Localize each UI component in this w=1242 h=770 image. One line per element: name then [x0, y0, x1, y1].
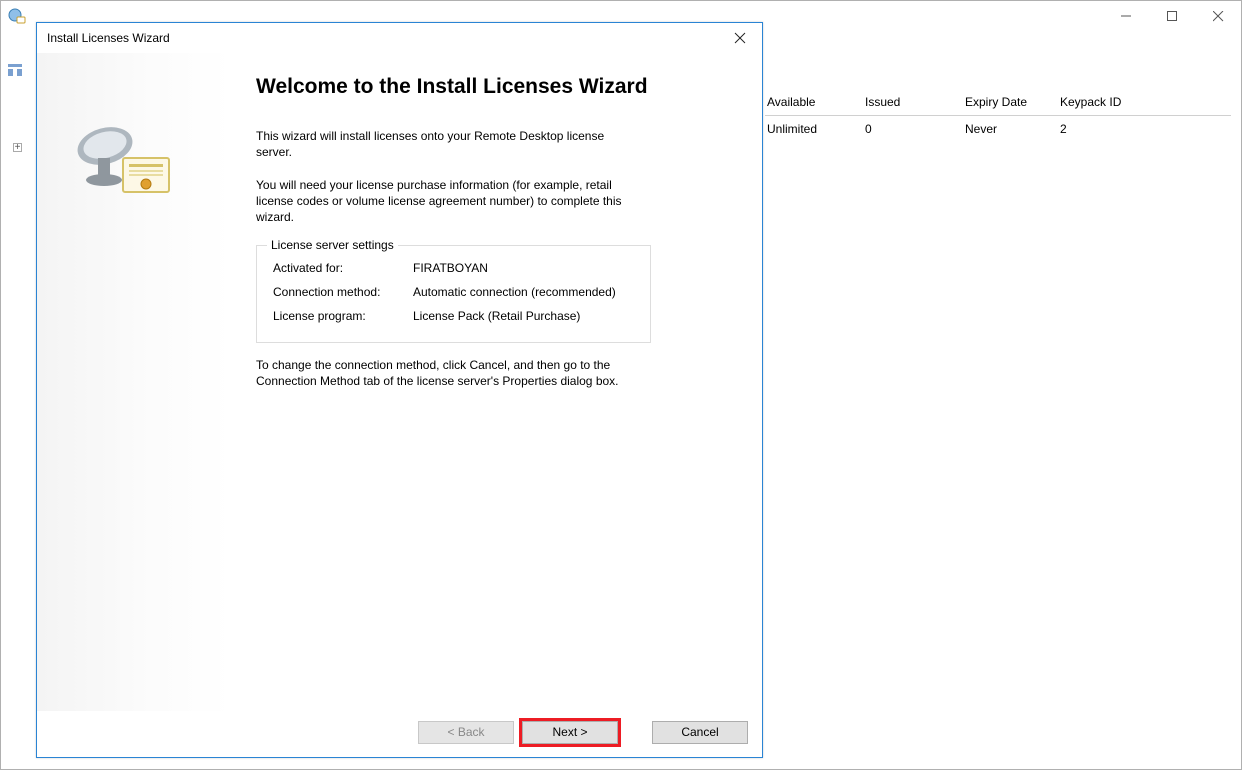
activated-for-value: FIRATBOYAN	[413, 261, 638, 275]
wizard-sidebar	[37, 53, 232, 711]
window-controls	[1103, 1, 1241, 31]
cancel-button[interactable]: Cancel	[652, 721, 748, 744]
minimize-button[interactable]	[1103, 1, 1149, 31]
tree-expand-toggle[interactable]: +	[13, 143, 22, 152]
wizard-titlebar[interactable]: Install Licenses Wizard	[37, 23, 762, 53]
connection-method-value: Automatic connection (recommended)	[413, 285, 638, 299]
settings-row-activated: Activated for: FIRATBOYAN	[273, 256, 638, 280]
license-program-label: License program:	[273, 309, 413, 323]
license-server-settings-group: License server settings Activated for: F…	[256, 245, 651, 343]
cell-issued: 0	[863, 120, 963, 138]
maximize-button[interactable]	[1149, 1, 1195, 31]
settings-legend: License server settings	[267, 238, 398, 252]
wizard-close-button[interactable]	[726, 24, 754, 52]
cell-expiry: Never	[963, 120, 1058, 138]
close-button[interactable]	[1195, 1, 1241, 31]
wizard-footer: < Back Next > Cancel	[37, 711, 762, 757]
col-expiry[interactable]: Expiry Date	[963, 93, 1058, 111]
col-keypack[interactable]: Keypack ID	[1058, 93, 1148, 111]
back-button: < Back	[418, 721, 514, 744]
minimize-icon	[1121, 11, 1131, 21]
install-licenses-wizard-dialog: Install Licenses Wizard	[36, 22, 763, 758]
settings-row-connection: Connection method: Automatic connection …	[273, 280, 638, 304]
table-header: Available Issued Expiry Date Keypack ID	[765, 90, 1231, 116]
settings-row-program: License program: License Pack (Retail Pu…	[273, 304, 638, 328]
table-row[interactable]: Unlimited 0 Never 2	[765, 116, 1231, 138]
maximize-icon	[1167, 11, 1177, 21]
close-icon	[1213, 11, 1224, 22]
wizard-paragraph-2: You will need your license purchase info…	[256, 177, 626, 226]
wizard-body: Welcome to the Install Licenses Wizard T…	[37, 53, 762, 711]
cell-available: Unlimited	[765, 120, 863, 138]
toolstrip-icon-1[interactable]	[7, 61, 27, 81]
license-table: Available Issued Expiry Date Keypack ID …	[765, 90, 1231, 138]
close-icon	[734, 32, 746, 44]
app-icon	[7, 7, 27, 27]
col-available[interactable]: Available	[765, 93, 863, 111]
activated-for-label: Activated for:	[273, 261, 413, 275]
next-button[interactable]: Next >	[522, 721, 618, 744]
wizard-heading: Welcome to the Install Licenses Wizard	[256, 73, 732, 100]
license-program-value: License Pack (Retail Purchase)	[413, 309, 638, 323]
wizard-graphic-icon	[65, 108, 175, 208]
wizard-title: Install Licenses Wizard	[47, 31, 170, 45]
col-issued[interactable]: Issued	[863, 93, 963, 111]
connection-method-label: Connection method:	[273, 285, 413, 299]
cell-keypack: 2	[1058, 120, 1148, 138]
left-toolstrip: +	[1, 31, 37, 769]
wizard-paragraph-3: To change the connection method, click C…	[256, 357, 626, 389]
wizard-paragraph-1: This wizard will install licenses onto y…	[256, 128, 626, 160]
wizard-content: Welcome to the Install Licenses Wizard T…	[232, 53, 762, 711]
